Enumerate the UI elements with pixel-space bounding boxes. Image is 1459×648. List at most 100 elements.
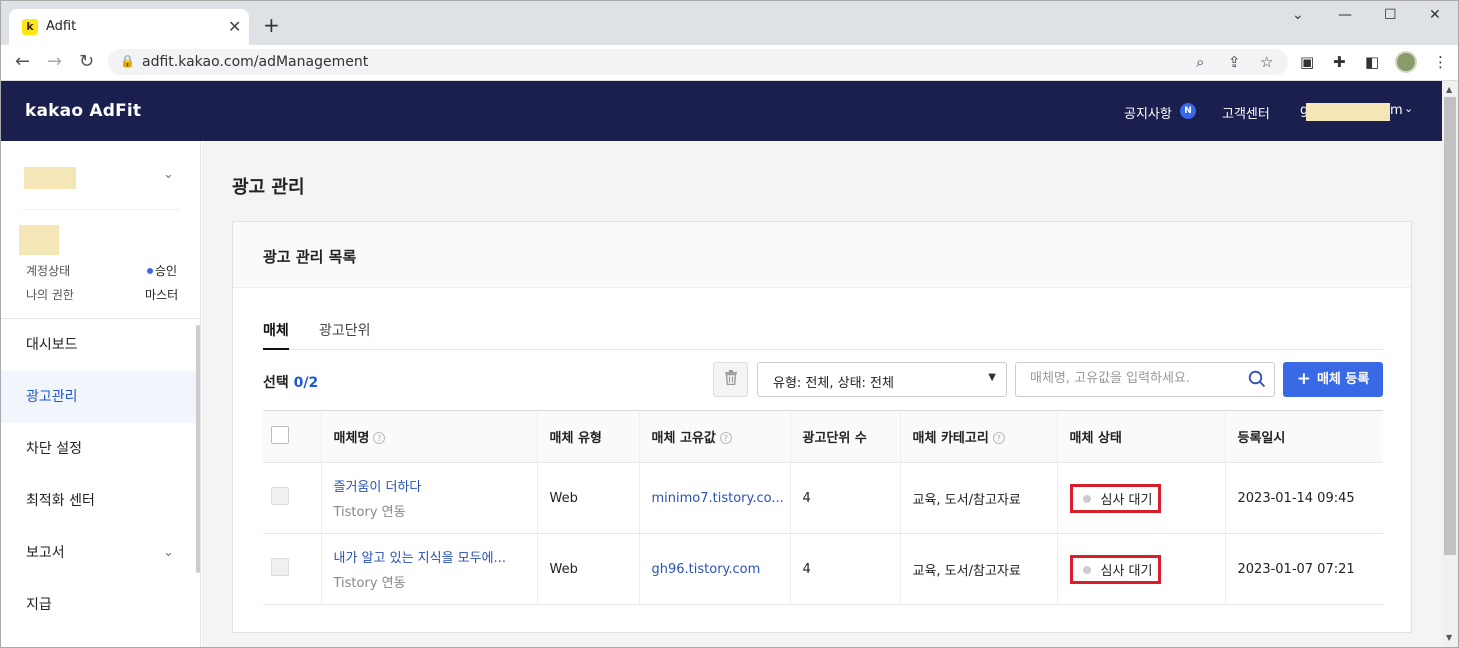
support-link[interactable]: 고객센터 [1222,103,1270,122]
column-label: 매체 고유값 [651,431,716,446]
sidebar-item-ad-management[interactable]: 광고관리 [1,371,197,423]
tab-list: 매체 광고단위 [263,320,1383,350]
column-header: 매체 고유값? [639,410,791,463]
media-name-link[interactable]: 즐거움이 더하다 [334,476,537,495]
lock-icon: 🔒 [120,54,135,68]
column-label: 매체명 [333,431,370,446]
page-scrollbar[interactable]: ▲ ▼ [1442,81,1458,647]
tab-media[interactable]: 매체 [263,320,289,350]
page-title: 광고 관리 [232,177,305,198]
account-status-label: 계정상태 [26,264,71,278]
status-cell: 심사 대기 [1057,533,1226,605]
register-label: 매체 등록 [1316,372,1370,387]
tab-bar: k Adfit ✕ + ⌄ — ☐ ✕ [1,1,1458,45]
selection-number: 0/2 [293,375,319,391]
table-row: 즐거움이 더하다 Tistory 연동 Web minimo7.tistory.c… [263,462,1383,534]
scroll-up-icon[interactable]: ▲ [1446,85,1452,94]
panel-title: 광고 관리 목록 [263,248,357,266]
date-cell: 2023-01-07 07:21 [1225,533,1383,605]
media-id-link[interactable]: minimo7.tistory.co... [652,491,784,506]
chevron-down-icon[interactable]: ⌄ [1292,7,1304,23]
column-header: 등록일시 [1225,410,1383,463]
search-field[interactable] [1015,362,1275,397]
help-icon[interactable]: ? [719,432,732,444]
column-header: 매체 카테고리? [900,410,1058,463]
media-name-cell: 내가 알고 있는 지식을 모두에... Tistory 연동 [321,533,538,605]
browser-tab[interactable]: k Adfit ✕ [9,9,249,45]
account-selector-redaction[interactable] [24,167,76,189]
account-status-value: 승인 [147,262,177,279]
category-cell: 교육, 도서/참고자료 [900,533,1058,605]
notice-new-badge: N [1180,103,1196,119]
close-tab-icon[interactable]: ✕ [228,17,241,36]
selection-count: 선택 0/2 [263,372,318,392]
account-menu[interactable]: g m ⌄ [1300,102,1413,121]
sidebar-item-reports[interactable]: 보고서 ⌄ [1,527,197,579]
media-name-cell: 즐거움이 더하다 Tistory 연동 [321,462,538,534]
menu-kebab-icon[interactable]: ⋮ [1433,53,1448,71]
back-icon[interactable]: ← [15,51,30,72]
reload-icon[interactable]: ↻ [79,51,94,72]
side-panel-icon[interactable]: ◧ [1365,53,1379,71]
caret-down-icon: ▼ [988,372,996,383]
extensions-icon[interactable]: ✚ [1333,53,1346,71]
tab-ad-units[interactable]: 광고단위 [319,320,371,350]
scroll-down-icon[interactable]: ▼ [1446,633,1452,642]
minimize-icon[interactable]: — [1338,7,1352,23]
close-window-icon[interactable]: ✕ [1429,7,1441,23]
column-header: 매체 유형 [537,410,640,463]
ad-management-panel: 광고 관리 목록 매체 광고단위 선택 0/2 유형: 전체, 상태: 전체 ▼ [232,221,1412,633]
address-bar[interactable]: 🔒 adfit.kakao.com/adManagement ⌕ ⇪ ☆ [108,49,1288,75]
share-icon[interactable]: ⇪ [1228,53,1241,71]
register-media-button[interactable]: + 매체 등록 [1283,362,1383,397]
chevron-down-icon[interactable]: ⌄ [163,167,174,182]
sidebar: ⌄ 계정상태 승인 나의 권한 마스터 대시보드 광고관리 차단 설정 최적화 … [1,141,201,647]
sidebar-scrollbar[interactable] [196,325,200,573]
role-value: 마스터 [145,288,179,302]
selection-label: 선택 [263,375,289,391]
row-checkbox[interactable] [271,487,289,505]
filter-select[interactable]: 유형: 전체, 상태: 전체 ▼ [757,362,1007,397]
notice-link[interactable]: 공지사항 [1124,103,1172,122]
kakao-adfit-logo[interactable]: kakao AdFit [25,101,141,121]
maximize-icon[interactable]: ☐ [1384,7,1397,23]
browser-window: k Adfit ✕ + ⌄ — ☐ ✕ ← → ↻ 🔒 adfit.kakao.… [0,0,1459,648]
status-dot-icon [1082,565,1091,574]
forward-icon[interactable]: → [47,51,62,72]
ad-unit-count-cell: 4 [790,533,901,605]
column-header: 광고단위 수 [790,410,901,463]
profile-avatar[interactable] [1395,51,1417,73]
sidebar-item-dashboard[interactable]: 대시보드 [1,319,197,371]
search-icon[interactable] [1248,370,1266,388]
sidebar-item-label: 최적화 센터 [26,493,95,509]
checkbox-cell [263,462,322,534]
select-all-checkbox[interactable] [271,425,289,444]
media-icon[interactable]: ▣ [1300,53,1314,71]
zoom-search-icon[interactable]: ⌕ [1196,53,1204,71]
account-name-redaction [19,225,59,255]
media-id-link[interactable]: gh96.tistory.com [652,562,761,577]
sidebar-item-payment[interactable]: 지급 [1,579,197,631]
trash-icon [724,370,737,386]
sidebar-item-label: 대시보드 [26,337,78,353]
row-checkbox[interactable] [271,558,289,576]
delete-button[interactable] [713,362,748,397]
sidebar-item-label: 지급 [26,597,52,613]
media-name-link[interactable]: 내가 알고 있는 지식을 모두에... [334,547,537,566]
sidebar-item-optimization[interactable]: 최적화 센터 [1,475,197,527]
media-table: 매체명? 매체 유형 매체 고유값? 광고단위 수 매체 카테고리? 매체 상태… [263,410,1383,605]
sidebar-item-label: 차단 설정 [26,441,82,457]
bookmark-star-icon[interactable]: ☆ [1260,53,1273,71]
new-tab-icon[interactable]: + [263,13,280,37]
help-icon[interactable]: ? [373,432,386,444]
column-label: 매체 상태 [1069,431,1122,446]
help-icon[interactable]: ? [992,432,1005,444]
scroll-thumb[interactable] [1444,97,1456,555]
media-type-cell: Web [537,462,640,534]
kakao-favicon-icon: k [22,19,38,35]
column-header: 매체명? [321,410,538,463]
header-checkbox-cell [263,410,322,463]
sidebar-item-block-settings[interactable]: 차단 설정 [1,423,197,475]
filter-value: 유형: 전체, 상태: 전체 [773,376,894,391]
search-input[interactable] [1030,371,1240,386]
